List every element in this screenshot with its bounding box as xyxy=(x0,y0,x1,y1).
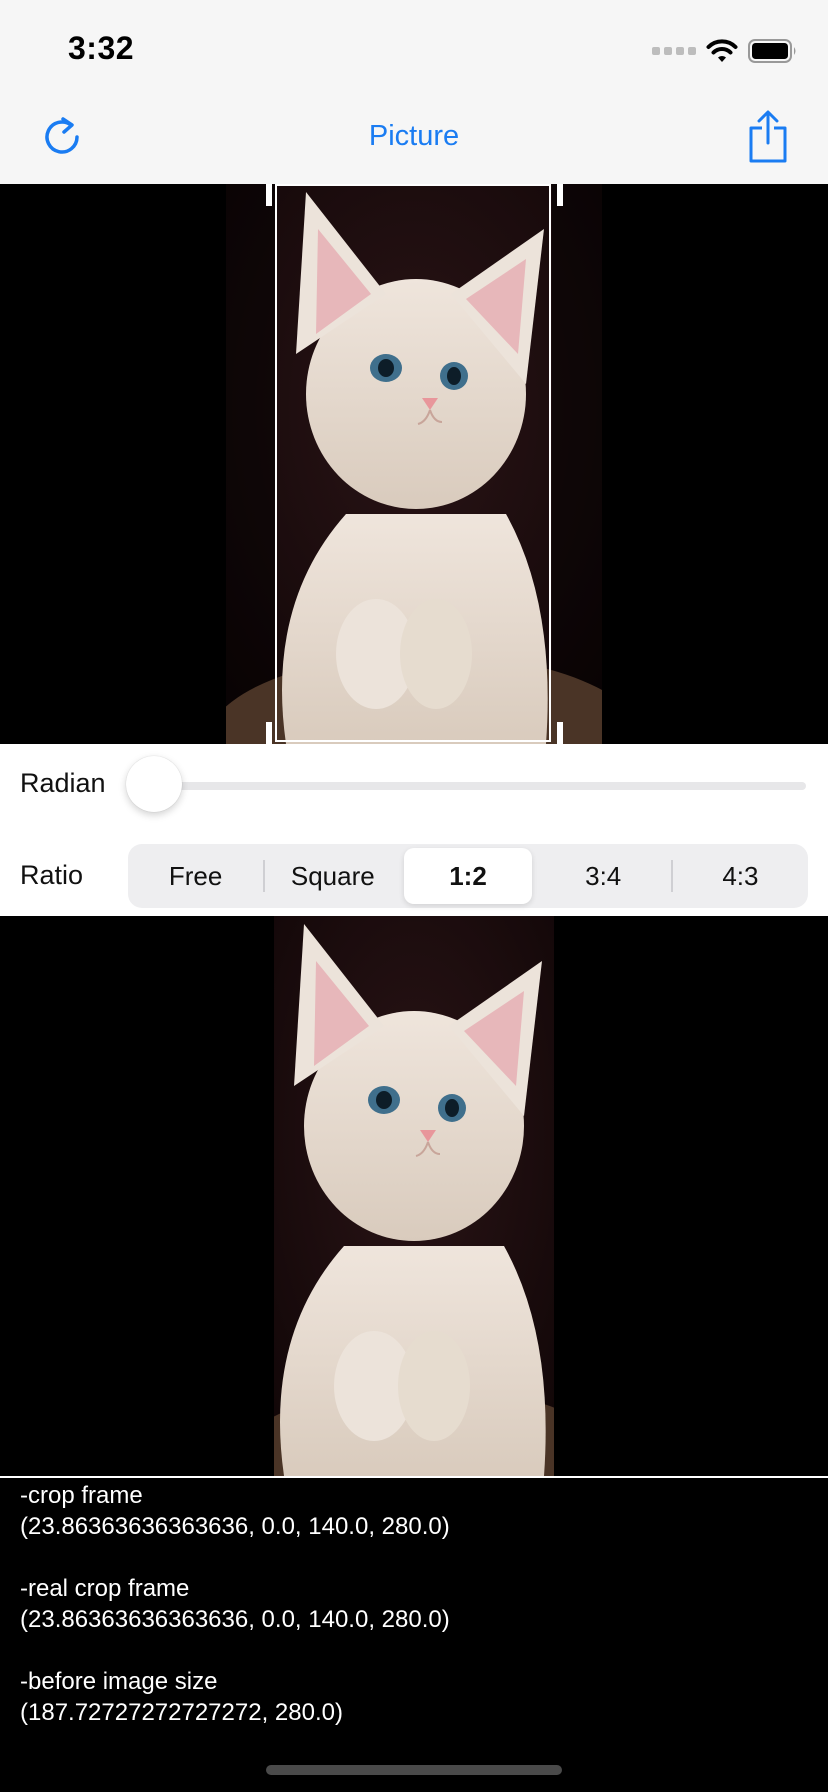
before-image-size-label: -before image size xyxy=(20,1668,218,1695)
home-indicator[interactable] xyxy=(266,1765,562,1775)
crop-handle-bottom-left[interactable] xyxy=(266,722,272,744)
cropped-result-preview xyxy=(0,916,828,1476)
before-image-size-info: -before image size (187.72727272727272, … xyxy=(20,1666,810,1728)
crop-info-text: -crop frame (23.86363636363636, 0.0, 140… xyxy=(20,1480,810,1759)
status-icons xyxy=(652,36,798,66)
share-icon[interactable] xyxy=(746,110,790,164)
ratio-option-3-4[interactable]: 3:4 xyxy=(540,848,667,904)
page-title: Picture xyxy=(368,120,460,152)
status-time: 3:32 xyxy=(68,30,135,66)
crop-editor[interactable] xyxy=(0,184,828,744)
navigation-bar: Picture xyxy=(0,92,828,184)
real-crop-frame-label: -real crop frame xyxy=(20,1575,190,1602)
real-crop-frame-info: -real crop frame (23.86363636363636, 0.0… xyxy=(20,1573,810,1635)
radian-slider-thumb[interactable] xyxy=(126,756,182,812)
crop-handle-top-right[interactable] xyxy=(557,184,563,206)
controls-panel: Radian Ratio Free Square 1:2 3:4 4:3 xyxy=(0,744,828,916)
ratio-option-free[interactable]: Free xyxy=(132,848,259,904)
cropped-kitten-photo xyxy=(274,916,554,1476)
segment-divider xyxy=(263,860,266,892)
segment-divider xyxy=(670,860,673,892)
wifi-icon xyxy=(706,39,738,62)
cellular-signal-icon xyxy=(652,47,696,55)
ratio-option-square[interactable]: Square xyxy=(269,848,396,904)
crop-frame-value: (23.86363636363636, 0.0, 140.0, 280.0) xyxy=(20,1513,450,1540)
ratio-option-1-2[interactable]: 1:2 xyxy=(404,848,532,904)
ratio-option-4-3[interactable]: 4:3 xyxy=(677,848,804,904)
crop-frame-info: -crop frame (23.86363636363636, 0.0, 140… xyxy=(20,1480,810,1542)
ratio-label: Ratio xyxy=(20,860,84,890)
crop-handle-top-left[interactable] xyxy=(266,184,272,206)
real-crop-frame-value: (23.86363636363636, 0.0, 140.0, 280.0) xyxy=(20,1606,450,1633)
status-bar: 3:32 xyxy=(0,0,828,92)
battery-icon xyxy=(748,39,796,63)
before-image-size-value: (187.72727272727272, 280.0) xyxy=(20,1699,343,1726)
divider-line xyxy=(0,1476,828,1478)
crop-frame[interactable] xyxy=(275,184,551,742)
crop-handle-bottom-right[interactable] xyxy=(557,722,563,744)
radian-slider-track[interactable] xyxy=(154,782,806,790)
ratio-segmented-control[interactable]: Free Square 1:2 3:4 4:3 xyxy=(128,844,808,908)
crop-frame-label: -crop frame xyxy=(20,1482,143,1509)
radian-label: Radian xyxy=(20,768,106,798)
